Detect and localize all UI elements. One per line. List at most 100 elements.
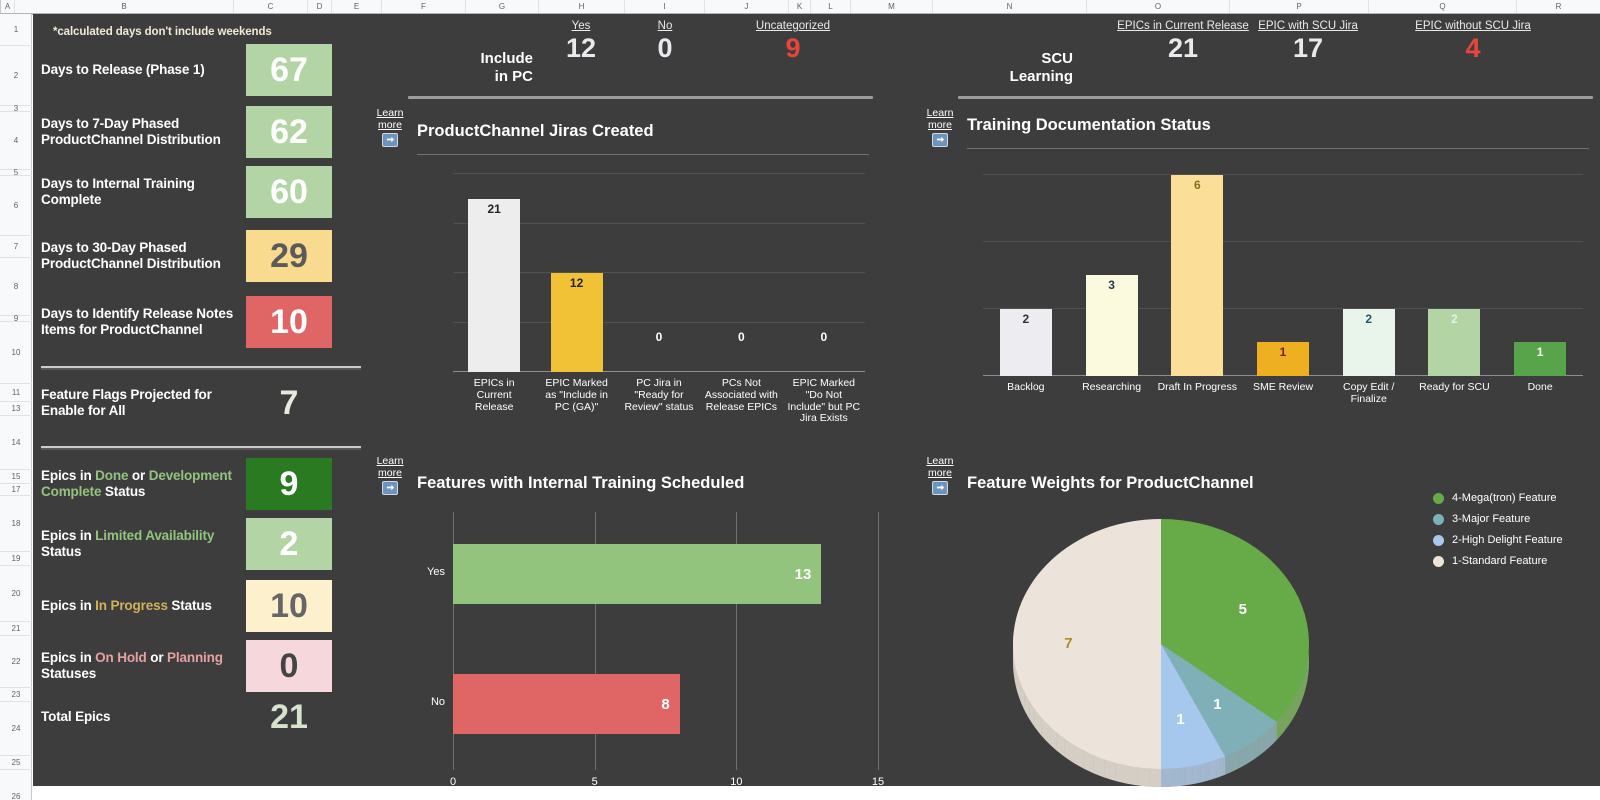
column-header-i[interactable]: I	[625, 0, 705, 14]
column-header-l[interactable]: L	[811, 0, 851, 14]
bar-value-label: 0	[738, 330, 745, 344]
column-header-d[interactable]: D	[308, 0, 332, 14]
column-header-c[interactable]: C	[234, 0, 308, 14]
kpi-label-part: In Progress	[95, 597, 168, 613]
pie-slice-side	[1239, 749, 1242, 768]
column-header-n[interactable]: N	[933, 0, 1087, 14]
kpi-label: Epics in Done or Development Complete St…	[41, 468, 246, 501]
pie-slice-side	[1259, 736, 1261, 756]
legend-item[interactable]: 4-Mega(tron) Feature	[1433, 492, 1563, 504]
pie-slice-side	[1238, 749, 1240, 769]
learn-more-link-1[interactable]: Learn more	[373, 107, 407, 147]
row-header-19[interactable]: 19	[0, 552, 32, 566]
kpi-label-part: Status	[41, 544, 82, 559]
column-header-o[interactable]: O	[1087, 0, 1230, 14]
kpi-label: Days to Identify Release Notes Items for…	[41, 305, 234, 337]
column-header-h[interactable]: H	[539, 0, 625, 14]
strip-column-header[interactable]: EPIC without SCU Jira	[1373, 20, 1573, 32]
row-header-24[interactable]: 24	[0, 702, 32, 756]
strip-column-value: 9	[785, 33, 801, 63]
bar[interactable]: 3	[1085, 275, 1138, 376]
learn-more-link-3[interactable]: Learn more	[373, 455, 407, 495]
arrow-right-icon[interactable]	[382, 132, 398, 147]
column-header-q[interactable]: Q	[1369, 0, 1517, 14]
row-header-7[interactable]: 7	[0, 236, 32, 258]
kpi-label-part: Epics in	[41, 467, 96, 483]
bar[interactable]: 12	[550, 273, 603, 372]
arrow-right-icon[interactable]	[932, 480, 948, 495]
pie-slice[interactable]	[1013, 519, 1161, 769]
column-header-e[interactable]: E	[332, 0, 382, 14]
row-header-4[interactable]: 4	[0, 112, 32, 170]
kpi-value: 7	[279, 384, 299, 422]
pie-slice-value-label: 5	[1238, 601, 1248, 619]
bar[interactable]: 8	[453, 674, 680, 734]
column-header-g[interactable]: G	[466, 0, 539, 14]
pie-slice-value-label: 7	[1064, 635, 1073, 652]
row-header-18[interactable]: 18	[0, 496, 32, 552]
row-header-6[interactable]: 6	[0, 176, 32, 236]
arrow-right-icon[interactable]	[932, 132, 948, 147]
row-header-26[interactable]: 26	[0, 770, 32, 800]
column-header-r[interactable]: R	[1517, 0, 1600, 14]
row-header-8[interactable]: 8	[0, 258, 32, 316]
column-header-b[interactable]: B	[15, 0, 234, 14]
card-features-internal-training: Learn more Features with Internal Traini…	[373, 444, 893, 788]
row-header-15[interactable]: 15	[0, 470, 32, 484]
legend-item[interactable]: 2-High Delight Feature	[1433, 534, 1563, 546]
kpi-row: Feature Flags Projected for Enable for A…	[41, 386, 332, 420]
card-title-underline-1	[417, 154, 869, 155]
column-header-m[interactable]: M	[851, 0, 933, 14]
arrow-right-icon[interactable]	[382, 480, 398, 495]
pie-slice-side	[1257, 738, 1259, 758]
category-label: EPIC Marked "Do Not Include" but PC Jira…	[787, 377, 861, 425]
row-header-14[interactable]: 14	[0, 416, 32, 470]
column-header-j[interactable]: J	[705, 0, 789, 14]
strip-column-header[interactable]: EPIC with SCU Jira	[1243, 20, 1373, 32]
column-header-k[interactable]: K	[789, 0, 811, 14]
bar[interactable]: 2	[1342, 308, 1395, 376]
row-header-21[interactable]: 21	[0, 622, 32, 636]
column-header-a[interactable]: A	[1, 0, 15, 14]
bar[interactable]: 2	[1428, 308, 1481, 376]
row-header-2[interactable]: 2	[0, 46, 32, 106]
pie-slice-side	[1195, 765, 1198, 784]
row-header-22[interactable]: 22	[0, 636, 32, 688]
strip-column-header[interactable]: Uncategorized	[713, 20, 873, 32]
pie-slice-side	[1197, 764, 1199, 784]
bar[interactable]: 1	[1514, 342, 1567, 376]
bar[interactable]: 2	[999, 308, 1052, 376]
column-header-p[interactable]: P	[1230, 0, 1369, 14]
category-label: PC Jira in "Ready for Review" status	[624, 377, 694, 413]
pie-slice-side	[1223, 756, 1226, 776]
kpi-row: Total Epics 21	[41, 700, 332, 734]
pie-slice-side	[1253, 740, 1255, 760]
bar[interactable]: 21	[468, 198, 521, 372]
card-feature-weights: Learn more Feature Weights for ProductCh…	[923, 444, 1593, 787]
bar[interactable]: 1	[1257, 342, 1309, 376]
row-header-10[interactable]: 10	[0, 322, 32, 384]
strip-column-value: 4	[1465, 33, 1481, 63]
row-header-11[interactable]: 11	[0, 384, 32, 402]
strip-column-header[interactable]: No	[635, 20, 695, 32]
row-header-20[interactable]: 20	[0, 566, 32, 622]
dashboard-canvas: *calculated days don't include weekends …	[33, 14, 1600, 788]
learn-more-link-2[interactable]: Learn more	[923, 107, 957, 147]
legend-item[interactable]: 3-Major Feature	[1433, 513, 1563, 525]
row-header-17[interactable]: 17	[0, 484, 32, 496]
kpi-label: Epics in Limited Availability Status	[41, 528, 246, 561]
column-header-f[interactable]: F	[382, 0, 466, 14]
pie-slice-side	[1115, 762, 1127, 784]
bar-value-label: 1	[1279, 345, 1287, 360]
row-header-23[interactable]: 23	[0, 688, 32, 702]
learn-more-link-4[interactable]: Learn more	[923, 455, 957, 495]
row-header-13[interactable]: 13	[0, 402, 32, 416]
strip-column-header[interactable]: Yes	[541, 20, 621, 32]
row-header-25[interactable]: 25	[0, 756, 32, 770]
scu-title-line1: SCU	[1041, 50, 1073, 67]
bar[interactable]: 13	[453, 544, 822, 604]
row-header-1[interactable]: 1	[0, 14, 32, 46]
bar[interactable]: 6	[1171, 174, 1224, 376]
legend-item[interactable]: 1-Standard Feature	[1433, 555, 1563, 567]
pie-slice-side	[1211, 761, 1214, 780]
